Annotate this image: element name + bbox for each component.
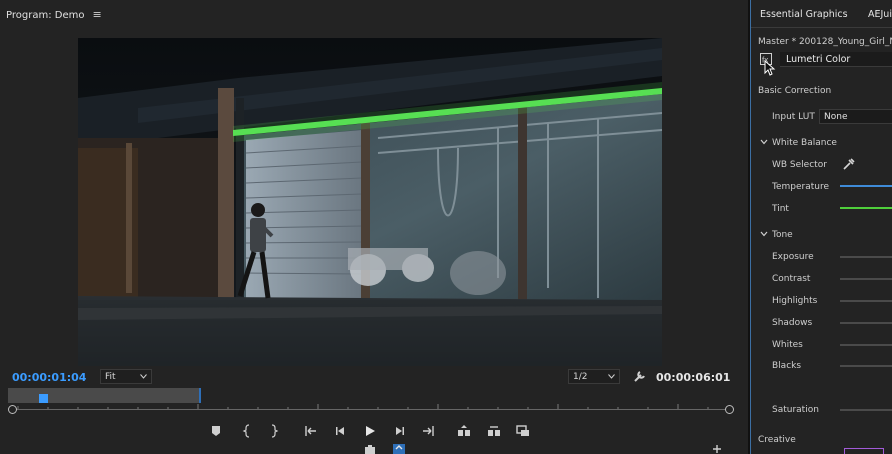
basic-correction-header[interactable]: Basic Correction xyxy=(758,86,831,96)
hamburger-icon[interactable]: ≡ xyxy=(92,9,101,20)
program-monitor-title: Program: Demo xyxy=(6,9,85,21)
wrench-icon[interactable] xyxy=(633,369,647,383)
lift-icon[interactable] xyxy=(456,423,472,439)
ruler-track xyxy=(11,409,729,410)
time-ruler[interactable] xyxy=(8,388,734,418)
playback-resolution-dropdown[interactable]: 1/2 xyxy=(568,369,620,384)
whites-slider[interactable] xyxy=(840,344,892,346)
chevron-down-icon[interactable] xyxy=(760,230,768,238)
step-forward-icon[interactable] xyxy=(391,423,407,439)
program-monitor: Program: Demo ≡ 00:00:01:04 Fit 1/2 00:0… xyxy=(0,0,748,454)
eyedropper-icon[interactable] xyxy=(842,157,856,171)
extract-icon[interactable] xyxy=(486,423,502,439)
mouse-cursor-icon xyxy=(764,60,776,76)
panel-tab-bar: Essential Graphics AEJuic xyxy=(751,0,892,28)
contrast-label: Contrast xyxy=(772,274,811,284)
app-root: Program: Demo ≡ 00:00:01:04 Fit 1/2 00:0… xyxy=(0,0,892,454)
tab-essential-graphics[interactable]: Essential Graphics xyxy=(760,9,848,20)
mark-in-icon[interactable] xyxy=(239,423,255,439)
video-frame[interactable] xyxy=(78,38,662,366)
go-to-out-icon[interactable] xyxy=(420,423,436,439)
proxy-toggle-icon[interactable] xyxy=(392,443,406,454)
transport-controls xyxy=(0,420,748,442)
highlights-slider[interactable] xyxy=(840,300,892,302)
export-frame-icon[interactable] xyxy=(515,423,531,439)
video-frame-image xyxy=(78,38,662,366)
creative-look-preview[interactable] xyxy=(844,448,884,454)
go-to-in-icon[interactable] xyxy=(303,423,319,439)
contrast-slider[interactable] xyxy=(840,278,892,280)
blacks-slider[interactable] xyxy=(840,365,892,367)
wb-selector-label: WB Selector xyxy=(772,160,827,170)
playhead-handle[interactable] xyxy=(39,394,48,403)
zoom-scroll-end-handle[interactable] xyxy=(725,405,734,414)
playback-resolution-value: 1/2 xyxy=(573,371,588,382)
tone-header[interactable]: Tone xyxy=(772,230,793,240)
input-lut-dropdown[interactable]: None xyxy=(819,109,892,124)
essential-graphics-panel: Essential Graphics AEJuic Master * 20012… xyxy=(750,0,892,454)
blacks-label: Blacks xyxy=(772,361,802,371)
lumetri-color-effect-row[interactable]: Lumetri Color xyxy=(780,52,892,67)
highlights-label: Highlights xyxy=(772,296,818,306)
input-lut-label: Input LUT xyxy=(772,112,815,122)
creative-header[interactable]: Creative xyxy=(758,435,796,445)
marker-icon[interactable] xyxy=(208,423,224,439)
white-balance-header[interactable]: White Balance xyxy=(772,138,837,148)
exposure-label: Exposure xyxy=(772,252,814,262)
chevron-down-icon[interactable] xyxy=(760,138,768,146)
tint-label: Tint xyxy=(772,204,789,214)
zoom-level-value: Fit xyxy=(105,371,116,382)
zoom-scroll-start-handle[interactable] xyxy=(8,405,17,414)
lumetri-color-label: Lumetri Color xyxy=(786,53,851,65)
program-monitor-tab[interactable]: Program: Demo ≡ xyxy=(6,8,102,22)
play-icon[interactable] xyxy=(362,423,378,439)
chevron-down-icon xyxy=(608,374,615,379)
work-area-bar[interactable] xyxy=(8,388,201,403)
tint-slider[interactable] xyxy=(840,207,892,209)
input-lut-value: None xyxy=(824,111,848,122)
mark-out-icon[interactable] xyxy=(266,423,282,439)
current-timecode[interactable]: 00:00:01:04 xyxy=(12,371,86,384)
shadows-label: Shadows xyxy=(772,318,813,328)
chevron-down-icon xyxy=(140,374,147,379)
duration-timecode: 00:00:06:01 xyxy=(656,371,731,384)
saturation-label: Saturation xyxy=(772,405,819,415)
temperature-slider[interactable] xyxy=(840,185,892,187)
tab-aejuice[interactable]: AEJuic xyxy=(868,9,892,20)
exposure-slider[interactable] xyxy=(840,256,892,258)
step-back-icon[interactable] xyxy=(333,423,349,439)
shadows-slider[interactable] xyxy=(840,322,892,324)
temperature-label: Temperature xyxy=(772,182,830,192)
saturation-slider[interactable] xyxy=(840,409,892,411)
zoom-level-dropdown[interactable]: Fit xyxy=(100,369,152,384)
whites-label: Whites xyxy=(772,340,803,350)
camera-icon[interactable] xyxy=(364,444,376,454)
secondary-controls xyxy=(0,442,748,454)
add-button-icon[interactable] xyxy=(713,445,721,453)
master-clip-label: Master * 200128_Young_Girl_Ne xyxy=(758,37,892,47)
